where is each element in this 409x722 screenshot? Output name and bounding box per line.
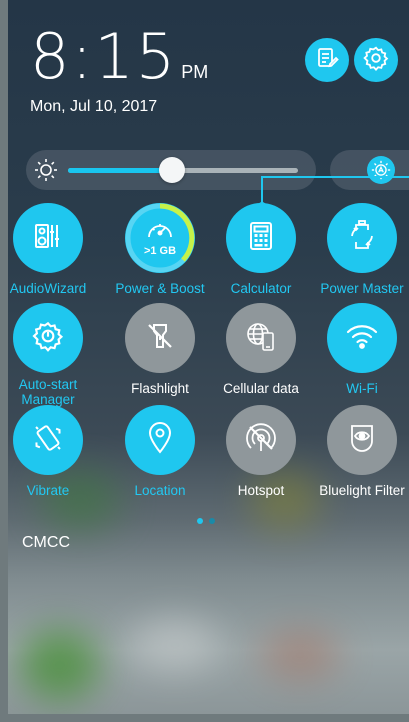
clock-time: 8:15 — [30, 20, 178, 93]
guide-line — [261, 177, 263, 205]
tile-label: Calculator — [230, 281, 292, 296]
audiowizard-icon — [32, 220, 64, 257]
location-icon — [147, 421, 173, 459]
tile-wi-fi[interactable]: Wi-Fi — [312, 303, 409, 396]
tile-label: Hotspot — [237, 483, 285, 498]
date-label[interactable]: Mon, Jul 10, 2017 — [30, 98, 157, 116]
page-indicator — [197, 518, 215, 524]
edit-icon — [315, 46, 339, 75]
tile-auto-start-manager[interactable]: Auto-start Manager — [0, 303, 98, 407]
wallpaper-blur — [130, 620, 220, 670]
tile-hotspot[interactable]: Hotspot — [211, 405, 311, 498]
tile-label: Vibrate — [26, 483, 70, 498]
wallpaper-blur — [260, 630, 340, 680]
tile-toggle[interactable] — [327, 303, 397, 373]
clock[interactable]: 8:15 PM — [30, 22, 208, 92]
tile-label: Cellular data — [223, 381, 299, 396]
tile-bluelight-filter[interactable]: Bluelight Filter — [312, 405, 409, 498]
clock-ampm: PM — [181, 62, 209, 82]
tile-label: Power & Boost — [115, 281, 205, 296]
edit-quick-settings-button[interactable] — [305, 38, 349, 82]
device-frame — [0, 714, 409, 722]
brightness-slider[interactable] — [26, 150, 316, 190]
guide-line — [261, 176, 409, 178]
tile-label: AudioWizard — [9, 281, 87, 296]
quick-settings-screen: 8:15 PM Mon, Jul 10, 2017 AudioWizard >1… — [0, 0, 409, 722]
tile-power-boost[interactable]: >1 GB Power & Boost — [110, 203, 210, 296]
tile-label: Power Master — [320, 281, 404, 296]
tile-toggle[interactable] — [226, 303, 296, 373]
auto-brightness-icon — [367, 156, 395, 184]
settings-icon — [363, 45, 389, 76]
calculator-icon — [247, 220, 275, 257]
tile-toggle[interactable] — [13, 203, 83, 273]
gear-icon — [32, 320, 64, 357]
tile-cellular-data[interactable]: Cellular data — [211, 303, 311, 396]
tile-label: Wi-Fi — [346, 381, 378, 396]
tile-label: Flashlight — [131, 381, 189, 396]
boost-ring — [125, 203, 195, 273]
battery-icon — [349, 219, 375, 258]
tile-label: Auto-start Manager — [18, 377, 78, 407]
carrier-label: CMCC — [22, 534, 70, 551]
bluelight-filter-icon — [348, 422, 376, 459]
settings-button[interactable] — [354, 38, 398, 82]
boost-memory-label: >1 GB — [143, 245, 177, 257]
tile-toggle[interactable] — [327, 405, 397, 475]
tile-label: Bluelight Filter — [319, 483, 405, 498]
auto-brightness-toggle[interactable] — [330, 150, 409, 190]
page-dot[interactable] — [209, 518, 215, 524]
brightness-fill — [68, 168, 172, 173]
tile-toggle[interactable] — [13, 303, 83, 373]
tile-power-master[interactable]: Power Master — [312, 203, 409, 296]
wifi-icon — [345, 322, 379, 355]
tile-toggle[interactable] — [327, 203, 397, 273]
tile-toggle[interactable] — [226, 203, 296, 273]
brightness-thumb[interactable] — [158, 157, 185, 183]
cellular-data-icon — [244, 319, 278, 358]
tile-toggle[interactable] — [125, 303, 195, 373]
tile-vibrate[interactable]: Vibrate — [0, 405, 98, 498]
tile-audiowizard[interactable]: AudioWizard — [0, 203, 98, 296]
tile-toggle[interactable] — [226, 405, 296, 475]
wallpaper-blur — [20, 630, 100, 700]
tile-flashlight[interactable]: Flashlight — [110, 303, 210, 396]
tile-toggle[interactable] — [125, 405, 195, 475]
tile-calculator[interactable]: Calculator — [211, 203, 311, 296]
sun-icon — [34, 158, 58, 187]
tile-location[interactable]: Location — [110, 405, 210, 498]
page-dot[interactable] — [197, 518, 203, 524]
hotspot-off-icon — [244, 421, 278, 460]
tile-toggle[interactable] — [13, 405, 83, 475]
tile-toggle[interactable]: >1 GB — [125, 203, 195, 273]
vibrate-icon — [31, 421, 65, 460]
tile-label: Location — [134, 483, 186, 498]
flashlight-off-icon — [144, 320, 176, 357]
